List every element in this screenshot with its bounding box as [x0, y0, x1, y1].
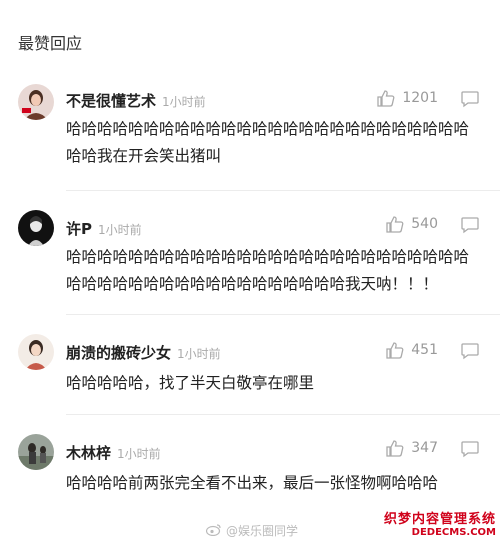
thumbs-up-icon[interactable]: [385, 214, 405, 234]
reply-icon[interactable]: [460, 440, 480, 458]
username[interactable]: 不是很懂艺术 1小时前: [66, 90, 206, 111]
username-label[interactable]: 不是很懂艺术: [66, 92, 156, 110]
username-label[interactable]: 崩溃的搬砖少女: [66, 344, 171, 362]
comment-text: 哈哈哈哈哈哈哈哈哈哈哈哈哈哈哈哈哈哈哈哈哈哈哈哈哈哈哈哈我在开会笑出猪叫: [66, 120, 470, 165]
username-label[interactable]: 木林梓: [66, 444, 111, 462]
username[interactable]: 崩溃的搬砖少女 1小时前: [66, 342, 221, 363]
like-button[interactable]: 1201: [376, 88, 438, 108]
avatar[interactable]: [18, 210, 54, 246]
divider: [66, 414, 500, 415]
timestamp: 1小时前: [162, 95, 206, 109]
avatar[interactable]: [18, 434, 54, 470]
like-button[interactable]: 540: [385, 214, 438, 234]
comment-text: 哈哈哈哈前两张完全看不出来，最后一张怪物啊哈哈哈: [66, 474, 439, 492]
thumbs-up-icon[interactable]: [385, 438, 405, 458]
divider: [66, 314, 500, 315]
like-count: 347: [411, 440, 438, 456]
timestamp: 1小时前: [98, 223, 142, 237]
weibo-watermark-text: @娱乐圈同学: [226, 524, 299, 538]
username[interactable]: 木林梓 1小时前: [66, 442, 161, 463]
avatar[interactable]: [18, 334, 54, 370]
comment-text: 哈哈哈哈哈，找了半天白敬亭在哪里: [66, 374, 315, 392]
timestamp: 1小时前: [117, 447, 161, 461]
like-button[interactable]: 347: [385, 438, 438, 458]
section-title: 最赞回应: [18, 34, 83, 53]
site-watermark: 织梦内容管理系统 DEDECMS.COM: [384, 508, 496, 538]
like-count: 451: [411, 342, 438, 358]
username[interactable]: 许P 1小时前: [66, 218, 142, 239]
timestamp: 1小时前: [177, 347, 221, 361]
reply-icon[interactable]: [460, 342, 480, 360]
site-watermark-cn: 织梦内容管理系统: [383, 512, 496, 527]
avatar[interactable]: [18, 84, 54, 120]
like-count: 1201: [402, 90, 438, 106]
comment-text: 哈哈哈哈哈哈哈哈哈哈哈哈哈哈哈哈哈哈哈哈哈哈哈哈哈哈哈哈哈哈哈哈哈哈哈哈哈哈哈哈…: [66, 248, 470, 293]
thumbs-up-icon[interactable]: [385, 340, 405, 360]
username-label[interactable]: 许P: [66, 220, 92, 238]
reply-icon[interactable]: [460, 216, 480, 234]
weibo-watermark: @娱乐圈同学: [205, 522, 299, 539]
like-count: 540: [411, 216, 438, 232]
thumbs-up-icon[interactable]: [376, 88, 396, 108]
site-watermark-en: DEDECMS.COM: [411, 527, 496, 538]
divider: [66, 190, 500, 191]
weibo-logo-icon: [205, 523, 222, 539]
like-button[interactable]: 451: [385, 340, 438, 360]
reply-icon[interactable]: [460, 90, 480, 108]
